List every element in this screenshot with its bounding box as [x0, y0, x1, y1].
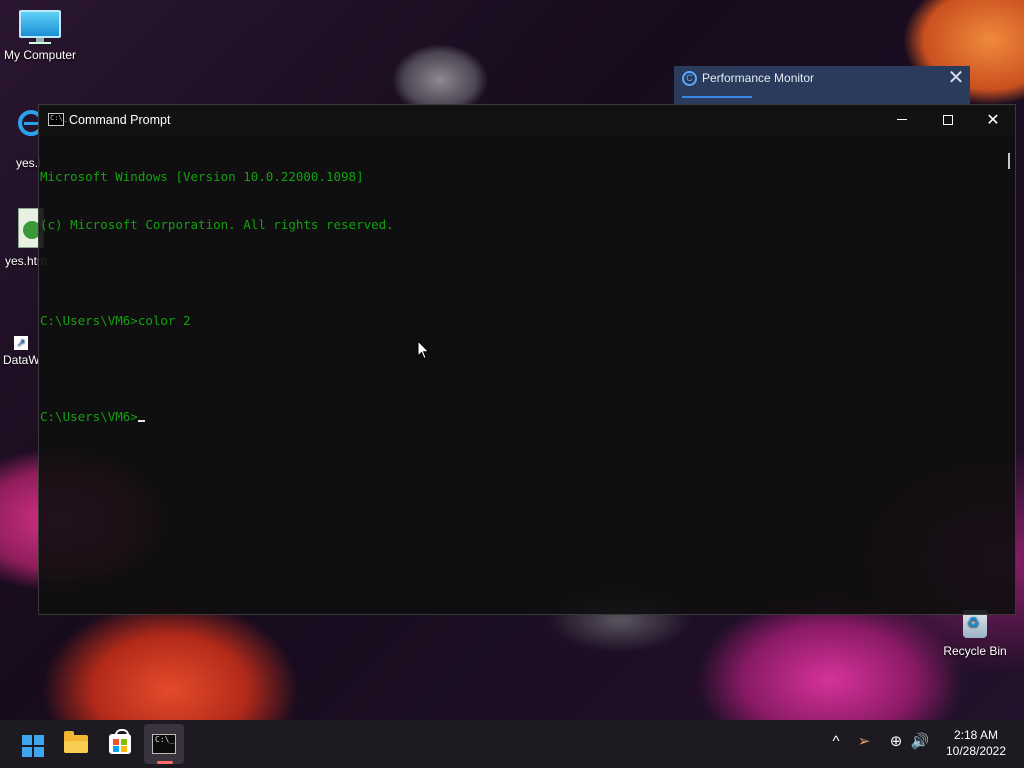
console-output[interactable]: Microsoft Windows [Version 10.0.22000.10…	[40, 137, 1000, 457]
location-icon[interactable]: ➢	[854, 732, 874, 752]
close-button[interactable]: ✕	[970, 105, 1016, 135]
tab-indicator	[682, 96, 752, 98]
console-prompt-line[interactable]: C:\Users\VM6>	[40, 409, 1000, 425]
folder-icon	[64, 731, 88, 753]
taskbar-microsoft-store[interactable]	[100, 724, 140, 764]
maximize-icon	[943, 115, 953, 125]
command-prompt-icon: C:\_	[48, 113, 67, 126]
minimize-icon	[897, 119, 907, 120]
desktop-icon-label: yes.l	[16, 156, 41, 170]
volume-icon[interactable]: 🔊	[910, 732, 930, 752]
start-button[interactable]	[12, 724, 52, 764]
store-icon	[109, 729, 131, 754]
taskbar: C:\_ ^ ➢ ⊕ 🔊 2:18 AM 10/28/2022	[0, 720, 1024, 768]
performance-monitor-logo-icon: C	[682, 71, 697, 86]
taskbar-file-explorer[interactable]	[56, 724, 96, 764]
performance-monitor-window[interactable]: C Performance Monitor ✕	[674, 66, 970, 106]
terminal-icon: C:\_	[152, 734, 176, 754]
show-hidden-icons-chevron-icon[interactable]: ^	[826, 732, 846, 752]
desktop-icon-my-computer[interactable]: My Computer	[0, 10, 80, 62]
console-prompt: C:\Users\VM6>	[40, 409, 138, 424]
window-title: Command Prompt	[69, 113, 171, 127]
clock-date: 10/28/2022	[945, 744, 1007, 758]
title-bar[interactable]: C:\_ Command Prompt ✕	[39, 105, 1015, 135]
desktop-icon-label: Recycle Bin	[943, 644, 1007, 658]
minimize-button[interactable]	[879, 105, 925, 135]
windows-logo-icon	[22, 735, 44, 757]
console-line: Microsoft Windows [Version 10.0.22000.10…	[40, 169, 364, 184]
network-globe-icon[interactable]: ⊕	[886, 732, 906, 752]
vertical-scrollbar[interactable]	[1005, 135, 1015, 614]
command-prompt-window[interactable]: C:\_ Command Prompt ✕ Microsoft Windows …	[38, 104, 1016, 615]
mouse-pointer-icon	[417, 340, 430, 360]
computer-icon	[19, 10, 61, 44]
taskbar-clock[interactable]: 2:18 AM 10/28/2022	[940, 727, 1012, 759]
text-cursor	[137, 420, 145, 422]
desktop-icon-recycle-bin[interactable]: Recycle Bin	[940, 610, 1010, 658]
console-line: (c) Microsoft Corporation. All rights re…	[40, 217, 394, 232]
taskbar-command-prompt[interactable]: C:\_	[144, 724, 184, 764]
close-icon: ✕	[986, 112, 1000, 129]
window-title: Performance Monitor	[702, 71, 815, 85]
active-app-indicator	[157, 761, 173, 764]
desktop-icon-label: DataW	[3, 353, 40, 367]
clock-time: 2:18 AM	[953, 728, 999, 742]
scrollbar-thumb[interactable]	[1008, 153, 1010, 169]
shortcut-arrow-icon: ↗	[14, 336, 28, 350]
maximize-button[interactable]	[925, 105, 971, 135]
close-icon[interactable]: ✕	[946, 68, 966, 88]
desktop-icon-label: My Computer	[3, 48, 77, 62]
console-line: C:\Users\VM6>color 2	[40, 313, 191, 328]
